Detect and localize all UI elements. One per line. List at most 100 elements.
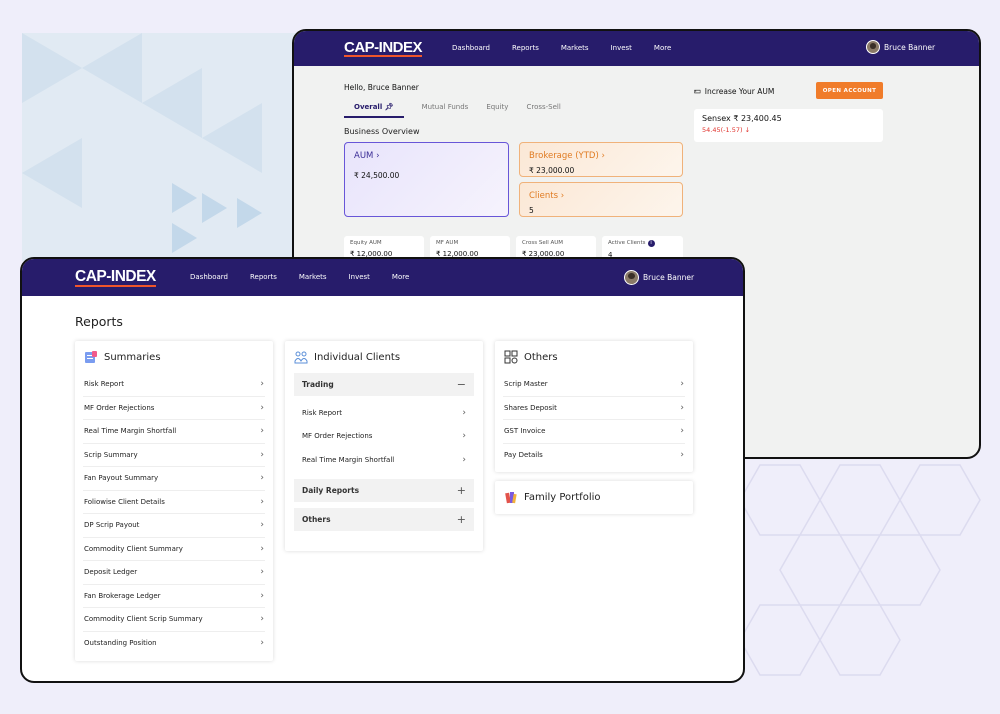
- summary-item-real-time-margin-shortfall[interactable]: Real Time Margin Shortfall ›: [83, 420, 265, 444]
- overview-tabs: Overall 📌︎ Mutual Funds Equity Cross-Sel…: [344, 103, 561, 118]
- nav-dashboard[interactable]: Dashboard: [452, 44, 490, 52]
- sensex-card: Sensex ₹ 23,400.45 54.45(-1.57) ↓: [694, 109, 883, 142]
- clients-card[interactable]: Clients › 5: [519, 182, 683, 217]
- increase-aum: 💵︎ Increase Your AUM: [694, 86, 774, 96]
- nav-invest[interactable]: Invest: [349, 273, 370, 281]
- pin-icon: 📌︎: [384, 103, 394, 111]
- chevron-right-icon: ›: [260, 638, 264, 649]
- trading-item-mf-order-rejections[interactable]: MF Order Rejections ›: [294, 425, 474, 449]
- money-stack-icon: 💵︎: [694, 86, 701, 95]
- summary-item-scrip-summary[interactable]: Scrip Summary ›: [83, 444, 265, 467]
- summary-item-deposit-ledger[interactable]: Deposit Ledger ›: [83, 561, 265, 585]
- family-portfolio-title: Family Portfolio: [524, 491, 601, 503]
- family-portfolio-icon: [505, 492, 517, 504]
- trading-item-real-time-margin-shortfall[interactable]: Real Time Margin Shortfall ›: [294, 448, 474, 472]
- family-portfolio-header: Family Portfolio: [495, 481, 693, 513]
- increase-aum-label: Increase Your AUM: [704, 86, 775, 96]
- user-name: Bruce Banner: [643, 273, 695, 282]
- open-account-button[interactable]: OPEN ACCOUNT: [816, 82, 883, 99]
- equity-aum-label: Equity AUM: [350, 240, 382, 246]
- individual-clients-title: Individual Clients: [314, 351, 401, 363]
- family-portfolio-panel[interactable]: Family Portfolio: [495, 481, 693, 514]
- nav-reports[interactable]: Reports: [250, 273, 277, 281]
- chevron-right-icon: ›: [260, 426, 264, 437]
- greeting: Hello, Bruce Banner: [344, 83, 419, 92]
- others-title: Others: [524, 351, 558, 363]
- others-item-shares-deposit[interactable]: Shares Deposit ›: [503, 397, 685, 420]
- nav-more[interactable]: More: [392, 273, 409, 281]
- others-item-gst-invoice[interactable]: GST Invoice ›: [503, 420, 685, 444]
- nav-markets[interactable]: Markets: [299, 273, 327, 281]
- chevron-right-icon: ›: [462, 454, 466, 465]
- report-document-icon: [85, 351, 97, 363]
- tab-equity[interactable]: Equity: [486, 103, 508, 118]
- others-header: Others: [495, 341, 693, 373]
- mf-aum-label: MF AUM: [436, 240, 459, 246]
- sensex-label: Sensex: [702, 114, 731, 123]
- plus-icon: +: [456, 483, 466, 497]
- plus-icon: +: [456, 512, 466, 526]
- arrow-down-icon: ↓: [744, 126, 751, 134]
- top-navbar: CAP-INDEX Dashboard Reports Markets Inve…: [294, 31, 979, 66]
- summaries-title: Summaries: [104, 351, 161, 363]
- accordion-others[interactable]: Others +: [294, 507, 474, 531]
- nav-markets[interactable]: Markets: [561, 44, 589, 52]
- user-menu[interactable]: Bruce Banner: [624, 270, 694, 285]
- summary-item-fan-payout-summary[interactable]: Fan Payout Summary ›: [83, 467, 265, 491]
- summary-item-commodity-client-summary[interactable]: Commodity Client Summary ›: [83, 538, 265, 561]
- top-navbar: CAP-INDEX Dashboard Reports Markets Inve…: [22, 259, 743, 296]
- others-item-pay-details[interactable]: Pay Details ›: [503, 444, 685, 468]
- accordion-daily-reports[interactable]: Daily Reports +: [294, 478, 474, 502]
- brokerage-value: ₹ 23,000.00: [529, 166, 575, 175]
- reports-window: CAP-INDEX Dashboard Reports Markets Inve…: [20, 257, 745, 683]
- summaries-header: Summaries: [75, 341, 273, 373]
- chevron-right-icon: ›: [601, 151, 605, 161]
- chevron-right-icon: ›: [260, 543, 264, 554]
- users-group-icon: [294, 351, 308, 364]
- summary-item-dp-scrip-payout[interactable]: DP Scrip Payout ›: [83, 514, 265, 538]
- grid-squares-icon: [504, 350, 518, 364]
- summary-item-mf-order-rejections[interactable]: MF Order Rejections ›: [83, 397, 265, 420]
- minus-icon: −: [456, 378, 466, 391]
- user-name: Bruce Banner: [884, 42, 936, 52]
- business-overview-title: Business Overview: [344, 127, 420, 136]
- tab-cross-sell[interactable]: Cross-Sell: [526, 103, 560, 118]
- nav-reports[interactable]: Reports: [512, 44, 539, 52]
- chevron-right-icon: ›: [260, 614, 264, 625]
- chevron-right-icon: ›: [260, 449, 264, 460]
- chevron-right-icon: ›: [680, 426, 684, 437]
- cap-index-logo[interactable]: CAP-INDEX: [344, 40, 423, 57]
- summary-item-risk-report[interactable]: Risk Report ›: [83, 373, 265, 397]
- tab-mutual-funds[interactable]: Mutual Funds: [422, 103, 469, 118]
- avatar: [624, 270, 639, 285]
- nav-more[interactable]: More: [654, 44, 671, 52]
- summary-item-foliowise-client-details[interactable]: Foliowise Client Details ›: [83, 491, 265, 514]
- brokerage-card[interactable]: Brokerage (YTD) › ₹ 23,000.00: [519, 142, 683, 177]
- others-item-scrip-master[interactable]: Scrip Master ›: [503, 373, 685, 397]
- individual-clients-header: Individual Clients: [285, 341, 483, 373]
- cross-sell-aum-label: Cross Sell AUM: [522, 240, 564, 246]
- nav-invest[interactable]: Invest: [611, 44, 632, 52]
- aum-card[interactable]: AUM › ₹ 24,500.00: [344, 142, 509, 217]
- accordion-trading[interactable]: Trading −: [294, 373, 474, 396]
- user-menu[interactable]: Bruce Banner: [866, 40, 935, 54]
- sensex-change: 54.45(-1.57): [702, 126, 743, 134]
- info-icon[interactable]: i: [647, 240, 655, 247]
- hexagon-pattern-background: [740, 464, 981, 676]
- chevron-right-icon: ›: [260, 590, 264, 601]
- trading-item-risk-report[interactable]: Risk Report ›: [294, 401, 474, 425]
- chevron-right-icon: ›: [462, 431, 466, 442]
- triangle-pattern-background: [22, 33, 322, 261]
- summary-item-commodity-client-scrip-summary[interactable]: Commodity Client Scrip Summary ›: [83, 608, 265, 632]
- nav-dashboard[interactable]: Dashboard: [190, 273, 228, 281]
- summary-item-outstanding-position[interactable]: Outstanding Position ›: [83, 632, 265, 656]
- brokerage-label: Brokerage (YTD): [529, 151, 599, 161]
- chevron-right-icon: ›: [260, 567, 264, 578]
- chevron-right-icon: ›: [260, 379, 264, 390]
- tab-overall[interactable]: Overall 📌︎: [344, 103, 404, 118]
- others-panel: Others Scrip Master › Shares Deposit › GST…: [495, 341, 693, 472]
- aum-value: ₹ 24,500.00: [354, 171, 400, 180]
- cap-index-logo[interactable]: CAP-INDEX: [75, 269, 156, 287]
- clients-value: 5: [529, 206, 534, 215]
- summary-item-fan-brokerage-ledger[interactable]: Fan Brokerage Ledger ›: [83, 585, 265, 608]
